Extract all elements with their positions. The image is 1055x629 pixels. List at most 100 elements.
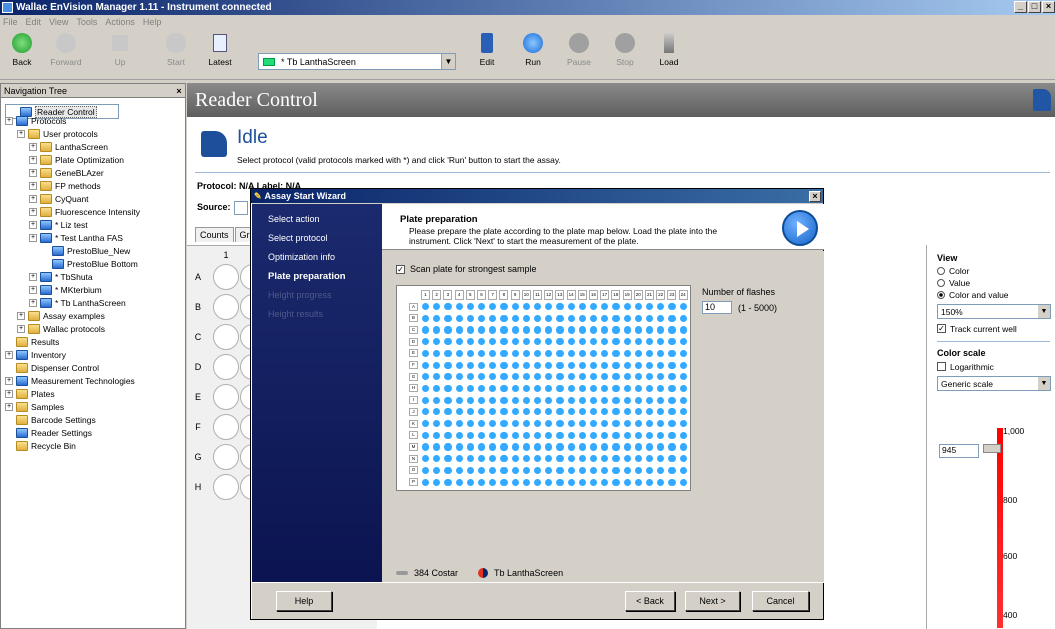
latest-button[interactable]: Latest [198,32,242,67]
plate-well[interactable] [623,443,631,451]
plate-well[interactable] [634,408,642,416]
close-icon[interactable]: × [173,86,185,96]
plate-well[interactable] [556,455,564,463]
plate-well[interactable] [455,361,463,369]
plate-well[interactable] [422,373,430,381]
plate-well[interactable] [545,314,553,322]
plate-well[interactable] [422,408,430,416]
expand-icon[interactable]: + [17,324,25,333]
plate-well[interactable] [668,408,676,416]
plate-well[interactable] [567,303,575,311]
plate-well[interactable] [534,431,542,439]
plate-well[interactable] [657,455,665,463]
plate-well[interactable] [489,326,497,334]
plate-well[interactable] [213,474,239,500]
plate-well[interactable] [500,408,508,416]
plate-well[interactable] [556,361,564,369]
plate-well[interactable] [433,443,441,451]
tree-item[interactable]: + * Tb LanthaScreen [29,296,126,309]
plate-well[interactable] [679,384,687,393]
plate-well[interactable] [455,373,463,381]
tree-item[interactable]: + Inventory [5,348,66,361]
plate-well[interactable] [623,373,631,381]
plate-well[interactable] [567,384,575,393]
tree-item[interactable]: + Wallac protocols [17,322,105,335]
plate-well[interactable] [601,349,609,357]
plate-well[interactable] [478,338,486,346]
plate-well[interactable] [623,420,631,428]
plate-well[interactable] [444,314,452,322]
plate-well[interactable] [612,466,620,474]
plate-well[interactable] [511,396,519,404]
plate-well[interactable] [433,396,441,404]
plate-well[interactable] [466,478,474,486]
plate-well[interactable] [545,373,553,381]
plate-well[interactable] [522,478,530,486]
plate-well[interactable] [433,431,441,439]
plate-well[interactable] [500,420,508,428]
menu-view[interactable]: View [49,17,68,27]
plate-well[interactable] [612,373,620,381]
plate-well[interactable] [444,455,452,463]
tree-item[interactable]: + FP methods [29,179,101,192]
expand-icon[interactable]: + [5,350,13,359]
plate-well[interactable] [601,338,609,346]
maximize-button[interactable]: □ [1028,1,1041,13]
tree-item[interactable]: + Fluorescence Intensity [29,205,140,218]
plate-well[interactable] [646,478,654,486]
plate-well[interactable] [455,455,463,463]
plate-well[interactable] [511,326,519,334]
expand-icon[interactable]: + [17,129,25,138]
plate-well[interactable] [500,303,508,311]
menu-tools[interactable]: Tools [76,17,97,27]
minimize-button[interactable]: _ [1014,1,1027,13]
plate-well[interactable] [466,314,474,322]
plate-well[interactable] [534,361,542,369]
plate-well[interactable] [623,326,631,334]
plate-well[interactable] [612,420,620,428]
plate-well[interactable] [489,303,497,311]
plate-well[interactable] [590,361,598,369]
plate-well[interactable] [646,420,654,428]
plate-well[interactable] [466,455,474,463]
plate-well[interactable] [489,373,497,381]
plate-well[interactable] [590,384,598,393]
plate-well[interactable] [556,384,564,393]
plate-well[interactable] [668,349,676,357]
plate-well[interactable] [433,349,441,357]
plate-well[interactable] [646,431,654,439]
tree-item[interactable]: + * Test Lantha FAS [29,231,123,244]
expand-icon[interactable]: + [29,298,37,307]
plate-well[interactable] [556,303,564,311]
plate-well[interactable] [634,326,642,334]
plate-well[interactable] [213,264,239,290]
plate-well[interactable] [444,431,452,439]
menu-file[interactable]: File [3,17,18,27]
plate-well[interactable] [534,443,542,451]
tree-item[interactable]: + LanthaScreen [29,140,108,153]
plate-well[interactable] [668,314,676,322]
plate-well[interactable] [567,396,575,404]
plate-well[interactable] [657,314,665,322]
protocol-select[interactable]: * Tb LanthaScreen ▼ [258,53,456,70]
plate-well[interactable] [511,373,519,381]
plate-well[interactable] [623,408,631,416]
plate-well[interactable] [567,338,575,346]
plate-well[interactable] [522,361,530,369]
plate-well[interactable] [522,349,530,357]
plate-well[interactable] [534,303,542,311]
plate-well[interactable] [455,384,463,393]
plate-well[interactable] [466,408,474,416]
plate-well[interactable] [433,373,441,381]
plate-well[interactable] [511,338,519,346]
plate-well[interactable] [478,408,486,416]
plate-well[interactable] [433,314,441,322]
plate-well[interactable] [422,361,430,369]
plate-well[interactable] [466,361,474,369]
plate-well[interactable] [634,303,642,311]
plate-well[interactable] [567,420,575,428]
plate-well[interactable] [422,338,430,346]
plate-well[interactable] [634,455,642,463]
plate-well[interactable] [657,431,665,439]
plate-well[interactable] [478,455,486,463]
